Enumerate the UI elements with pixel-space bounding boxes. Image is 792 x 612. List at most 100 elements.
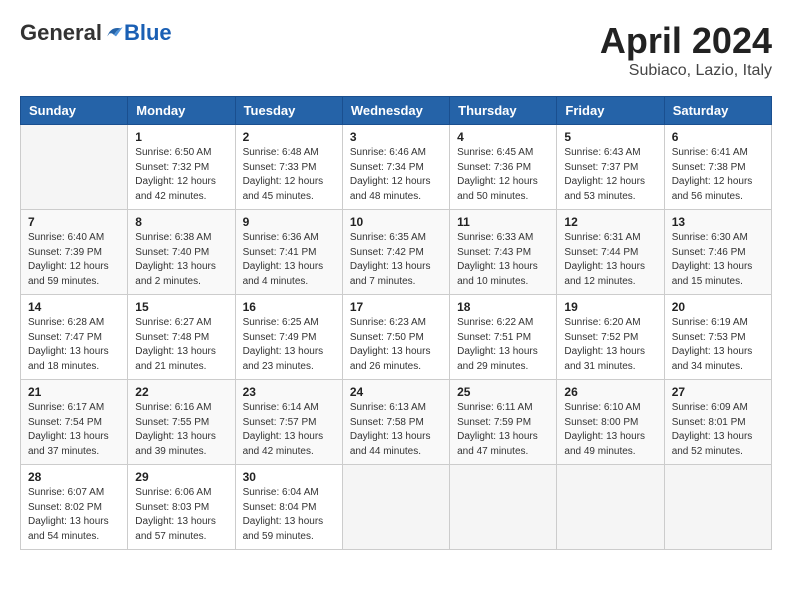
location-subtitle: Subiaco, Lazio, Italy	[600, 62, 772, 80]
day-number: 23	[243, 385, 335, 399]
day-number: 29	[135, 470, 227, 484]
day-info: Sunrise: 6:43 AMSunset: 7:37 PMDaylight:…	[564, 146, 656, 204]
day-info: Sunrise: 6:36 AMSunset: 7:41 PMDaylight:…	[243, 231, 335, 289]
header-sunday: Sunday	[21, 97, 128, 125]
table-row: 4Sunrise: 6:45 AMSunset: 7:36 PMDaylight…	[450, 125, 557, 210]
day-number: 15	[135, 300, 227, 314]
table-row: 18 Sunrise: 6:22 AMSunset: 7:51 PMDayligh…	[450, 295, 557, 380]
day-info: Sunrise: 6:20 AMSunset: 7:52 PMDaylight:…	[564, 316, 656, 374]
logo: General Blue	[20, 20, 172, 46]
day-info: Sunrise: 6:40 AMSunset: 7:39 PMDaylight:…	[28, 231, 120, 289]
table-row: 21 Sunrise: 6:17 AMSunset: 7:54 PMDayligh…	[21, 380, 128, 465]
day-info: Sunrise: 6:27 AMSunset: 7:48 PMDaylight:…	[135, 316, 227, 374]
table-row: 24 Sunrise: 6:13 AMSunset: 7:58 PMDayligh…	[342, 380, 449, 465]
day-number: 28	[28, 470, 120, 484]
calendar-week-row: 21 Sunrise: 6:17 AMSunset: 7:54 PMDayligh…	[21, 380, 772, 465]
day-number: 9	[243, 215, 335, 229]
month-title: April 2024	[600, 20, 772, 62]
table-row: 19 Sunrise: 6:20 AMSunset: 7:52 PMDayligh…	[557, 295, 664, 380]
table-row	[557, 465, 664, 550]
table-row: 2 Sunrise: 6:48 AMSunset: 7:33 PMDaylight…	[235, 125, 342, 210]
day-number: 10	[350, 215, 442, 229]
day-info: Sunrise: 6:17 AMSunset: 7:54 PMDaylight:…	[28, 401, 120, 459]
day-info: Sunrise: 6:28 AMSunset: 7:47 PMDaylight:…	[28, 316, 120, 374]
header-wednesday: Wednesday	[342, 97, 449, 125]
page-header: General Blue April 2024 Subiaco, Lazio, …	[20, 20, 772, 80]
day-number: 6	[672, 130, 764, 144]
day-number: 19	[564, 300, 656, 314]
day-number: 18	[457, 300, 549, 314]
table-row: 30 Sunrise: 6:04 AMSunset: 8:04 PMDayligh…	[235, 465, 342, 550]
day-number: 12	[564, 215, 656, 229]
table-row: 17 Sunrise: 6:23 AMSunset: 7:50 PMDayligh…	[342, 295, 449, 380]
table-row: 13Sunrise: 6:30 AMSunset: 7:46 PMDayligh…	[664, 210, 771, 295]
day-number: 8	[135, 215, 227, 229]
day-number: 3	[350, 130, 442, 144]
table-row	[664, 465, 771, 550]
day-info: Sunrise: 6:13 AMSunset: 7:58 PMDaylight:…	[350, 401, 442, 459]
table-row: 1 Sunrise: 6:50 AMSunset: 7:32 PMDaylight…	[128, 125, 235, 210]
day-number: 2	[243, 130, 335, 144]
day-info: Sunrise: 6:06 AMSunset: 8:03 PMDaylight:…	[135, 486, 227, 544]
day-info: Sunrise: 6:07 AMSunset: 8:02 PMDaylight:…	[28, 486, 120, 544]
day-number: 7	[28, 215, 120, 229]
day-info: Sunrise: 6:14 AMSunset: 7:57 PMDaylight:…	[243, 401, 335, 459]
day-number: 27	[672, 385, 764, 399]
table-row: 9 Sunrise: 6:36 AMSunset: 7:41 PMDaylight…	[235, 210, 342, 295]
table-row: 14Sunrise: 6:28 AMSunset: 7:47 PMDayligh…	[21, 295, 128, 380]
day-info: Sunrise: 6:10 AMSunset: 8:00 PMDaylight:…	[564, 401, 656, 459]
day-info: Sunrise: 6:48 AMSunset: 7:33 PMDaylight:…	[243, 146, 335, 204]
table-row: 12 Sunrise: 6:31 AMSunset: 7:44 PMDayligh…	[557, 210, 664, 295]
day-number: 1	[135, 130, 227, 144]
day-info: Sunrise: 6:30 AMSunset: 7:46 PMDaylight:…	[672, 231, 764, 289]
day-number: 21	[28, 385, 120, 399]
calendar-table: Sunday Monday Tuesday Wednesday Thursday…	[20, 96, 772, 550]
day-number: 5	[564, 130, 656, 144]
calendar-week-row: 14Sunrise: 6:28 AMSunset: 7:47 PMDayligh…	[21, 295, 772, 380]
day-info: Sunrise: 6:11 AMSunset: 7:59 PMDaylight:…	[457, 401, 549, 459]
calendar-week-row: 28 Sunrise: 6:07 AMSunset: 8:02 PMDayligh…	[21, 465, 772, 550]
table-row: 8 Sunrise: 6:38 AMSunset: 7:40 PMDaylight…	[128, 210, 235, 295]
day-info: Sunrise: 6:50 AMSunset: 7:32 PMDaylight:…	[135, 146, 227, 204]
table-row: 20 Sunrise: 6:19 AMSunset: 7:53 PMDayligh…	[664, 295, 771, 380]
calendar-header-row: Sunday Monday Tuesday Wednesday Thursday…	[21, 97, 772, 125]
table-row: 23 Sunrise: 6:14 AMSunset: 7:57 PMDayligh…	[235, 380, 342, 465]
day-number: 17	[350, 300, 442, 314]
day-info: Sunrise: 6:31 AMSunset: 7:44 PMDaylight:…	[564, 231, 656, 289]
table-row: 6 Sunrise: 6:41 AMSunset: 7:38 PMDaylight…	[664, 125, 771, 210]
header-tuesday: Tuesday	[235, 97, 342, 125]
table-row: 10 Sunrise: 6:35 AMSunset: 7:42 PMDayligh…	[342, 210, 449, 295]
header-saturday: Saturday	[664, 97, 771, 125]
day-info: Sunrise: 6:33 AMSunset: 7:43 PMDaylight:…	[457, 231, 549, 289]
table-row: 15 Sunrise: 6:27 AMSunset: 7:48 PMDayligh…	[128, 295, 235, 380]
table-row	[450, 465, 557, 550]
day-info: Sunrise: 6:35 AMSunset: 7:42 PMDaylight:…	[350, 231, 442, 289]
day-number: 4	[457, 130, 549, 144]
day-number: 26	[564, 385, 656, 399]
day-info: Sunrise: 6:19 AMSunset: 7:53 PMDaylight:…	[672, 316, 764, 374]
table-row	[342, 465, 449, 550]
day-number: 24	[350, 385, 442, 399]
title-block: April 2024 Subiaco, Lazio, Italy	[600, 20, 772, 80]
day-info: Sunrise: 6:38 AMSunset: 7:40 PMDaylight:…	[135, 231, 227, 289]
day-info: Sunrise: 6:23 AMSunset: 7:50 PMDaylight:…	[350, 316, 442, 374]
day-info: Sunrise: 6:22 AMSunset: 7:51 PMDaylight:…	[457, 316, 549, 374]
table-row: 22Sunrise: 6:16 AMSunset: 7:55 PMDayligh…	[128, 380, 235, 465]
day-info: Sunrise: 6:46 AMSunset: 7:34 PMDaylight:…	[350, 146, 442, 204]
table-row: 27Sunrise: 6:09 AMSunset: 8:01 PMDayligh…	[664, 380, 771, 465]
day-number: 30	[243, 470, 335, 484]
day-number: 16	[243, 300, 335, 314]
logo-general: General	[20, 20, 102, 46]
header-friday: Friday	[557, 97, 664, 125]
calendar-week-row: 1 Sunrise: 6:50 AMSunset: 7:32 PMDaylight…	[21, 125, 772, 210]
logo-blue: Blue	[124, 20, 172, 46]
table-row: 29 Sunrise: 6:06 AMSunset: 8:03 PMDayligh…	[128, 465, 235, 550]
table-row: 25Sunrise: 6:11 AMSunset: 7:59 PMDayligh…	[450, 380, 557, 465]
table-row: 7 Sunrise: 6:40 AMSunset: 7:39 PMDaylight…	[21, 210, 128, 295]
table-row: 28 Sunrise: 6:07 AMSunset: 8:02 PMDayligh…	[21, 465, 128, 550]
day-info: Sunrise: 6:04 AMSunset: 8:04 PMDaylight:…	[243, 486, 335, 544]
day-number: 11	[457, 215, 549, 229]
day-info: Sunrise: 6:41 AMSunset: 7:38 PMDaylight:…	[672, 146, 764, 204]
day-number: 20	[672, 300, 764, 314]
table-row	[21, 125, 128, 210]
